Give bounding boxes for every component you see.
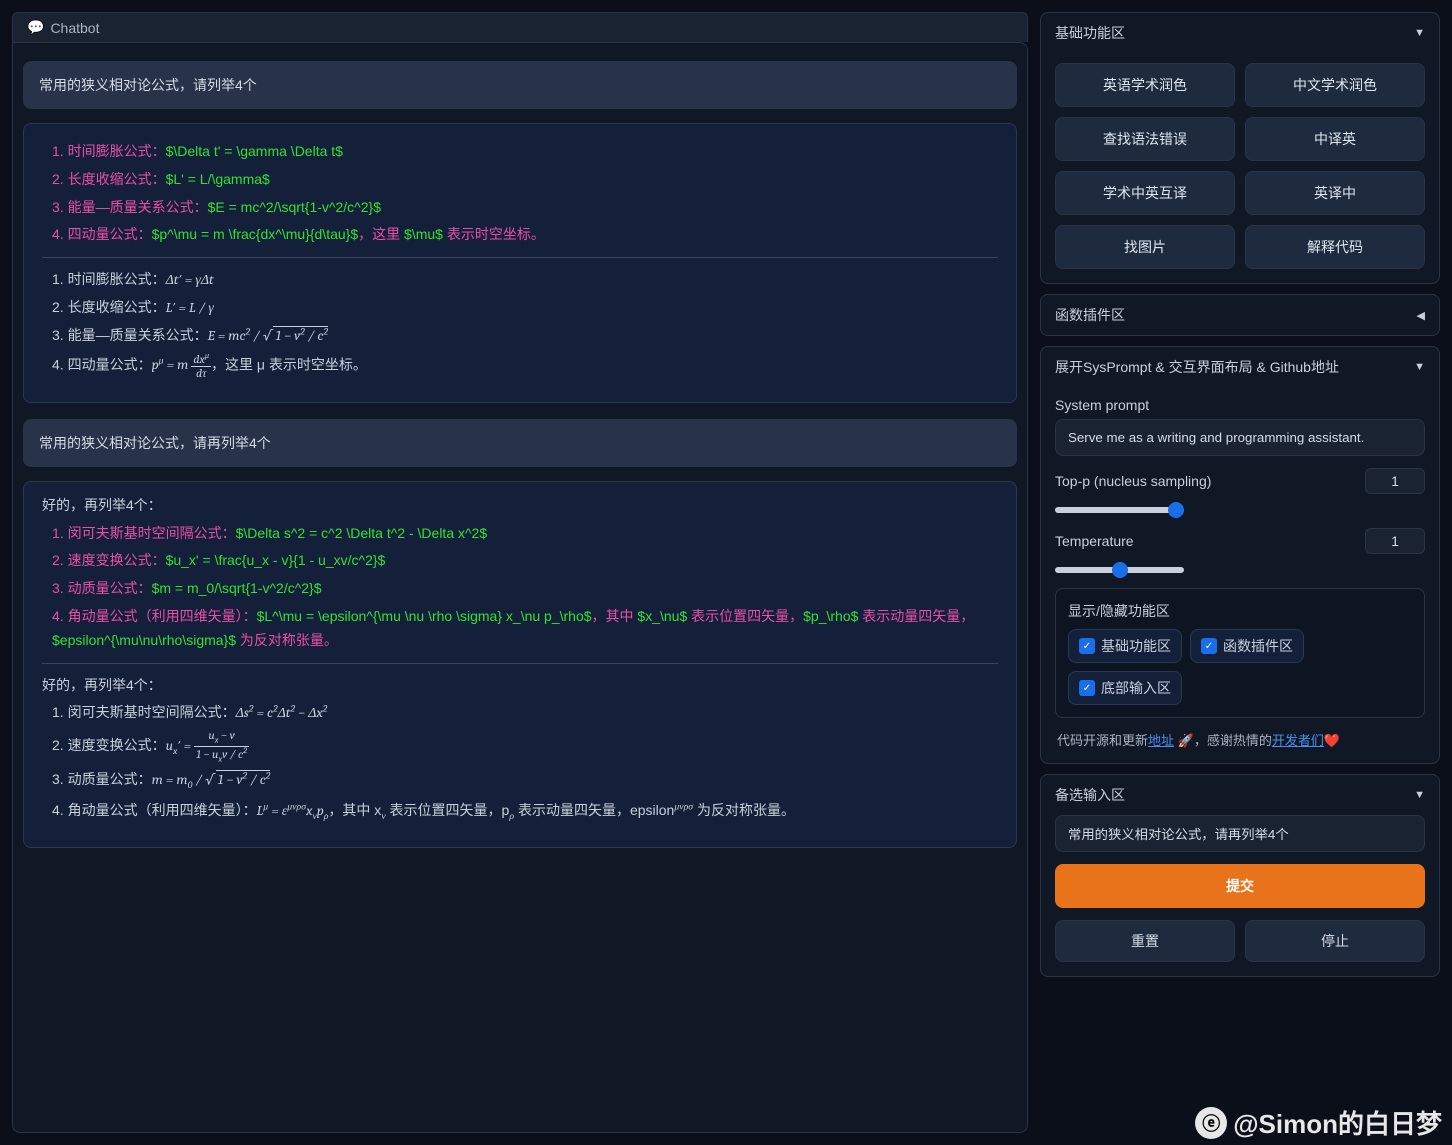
toggle-plugins[interactable]: ✓函数插件区 [1190,629,1304,663]
panel-alt-input-header[interactable]: 备选输入区 ▼ [1041,775,1439,815]
btn-grammar-check[interactable]: 查找语法错误 [1055,117,1235,161]
stop-button[interactable]: 停止 [1245,920,1425,962]
bot-message-1: 1. 时间膨胀公式：$\Delta t' = \gamma \Delta t$ … [23,123,1017,403]
system-prompt-input[interactable] [1055,419,1425,456]
system-prompt-label: System prompt [1055,397,1425,413]
btn-find-image[interactable]: 找图片 [1055,225,1235,269]
btn-explain-code[interactable]: 解释代码 [1245,225,1425,269]
watermark: ⓔ @Simon的白日梦 [1195,1104,1442,1141]
user-message-1: 常用的狭义相对论公式，请列举4个 [23,61,1017,109]
panel-sysprompt-header[interactable]: 展开SysPrompt & 交互界面布局 & Github地址 ▼ [1041,347,1439,387]
weibo-icon: ⓔ [1195,1107,1227,1139]
footer-note: 代码开源和更新地址 🚀，感谢热情的开发者们❤️ [1055,730,1425,749]
topp-value[interactable]: 1 [1365,468,1425,494]
user-message-2: 常用的狭义相对论公式，请再列举4个 [23,419,1017,467]
topp-slider[interactable] [1055,507,1184,513]
topp-label: Top-p (nucleus sampling) [1055,473,1211,489]
chevron-down-icon: ▼ [1414,361,1425,373]
tab-label: Chatbot [50,20,99,36]
toggle-basic[interactable]: ✓基础功能区 [1068,629,1182,663]
panel-alt-input: 备选输入区 ▼ 提交 重置 停止 [1040,774,1440,977]
temp-slider[interactable] [1055,567,1184,573]
reset-button[interactable]: 重置 [1055,920,1235,962]
toggle-bottom-input[interactable]: ✓底部输入区 [1068,671,1182,705]
btn-english-polish[interactable]: 英语学术润色 [1055,63,1235,107]
chevron-down-icon: ▼ [1414,27,1425,39]
panel-basic-header[interactable]: 基础功能区 ▼ [1041,13,1439,53]
tab-chatbot[interactable]: 💬 Chatbot [12,12,1028,42]
chevron-down-icon: ▼ [1414,789,1425,801]
toggle-group-title: 显示/隐藏功能区 [1068,601,1412,621]
btn-en-to-zh[interactable]: 英译中 [1245,171,1425,215]
link-repo[interactable]: 地址 [1148,733,1174,748]
panel-plugins-header[interactable]: 函数插件区 ◀ [1041,295,1439,335]
temp-label: Temperature [1055,533,1134,549]
toggle-group: 显示/隐藏功能区 ✓基础功能区 ✓函数插件区 ✓底部输入区 [1055,588,1425,718]
link-devs[interactable]: 开发者们 [1272,733,1324,748]
alt-input[interactable] [1055,815,1425,852]
bot-message-2: 好的，再列举4个： 1. 闵可夫斯基时空间隔公式：$\Delta s^2 = c… [23,481,1017,848]
submit-button[interactable]: 提交 [1055,864,1425,908]
chat-icon: 💬 [27,19,44,36]
panel-basic: 基础功能区 ▼ 英语学术润色 中文学术润色 查找语法错误 中译英 学术中英互译 … [1040,12,1440,284]
btn-academic-zh-en[interactable]: 学术中英互译 [1055,171,1235,215]
temp-value[interactable]: 1 [1365,528,1425,554]
panel-plugins: 函数插件区 ◀ [1040,294,1440,336]
btn-zh-to-en[interactable]: 中译英 [1245,117,1425,161]
btn-chinese-polish[interactable]: 中文学术润色 [1245,63,1425,107]
chat-area: 常用的狭义相对论公式，请列举4个 1. 时间膨胀公式：$\Delta t' = … [12,42,1028,1133]
chevron-left-icon: ◀ [1417,309,1425,322]
panel-sysprompt: 展开SysPrompt & 交互界面布局 & Github地址 ▼ System… [1040,346,1440,764]
